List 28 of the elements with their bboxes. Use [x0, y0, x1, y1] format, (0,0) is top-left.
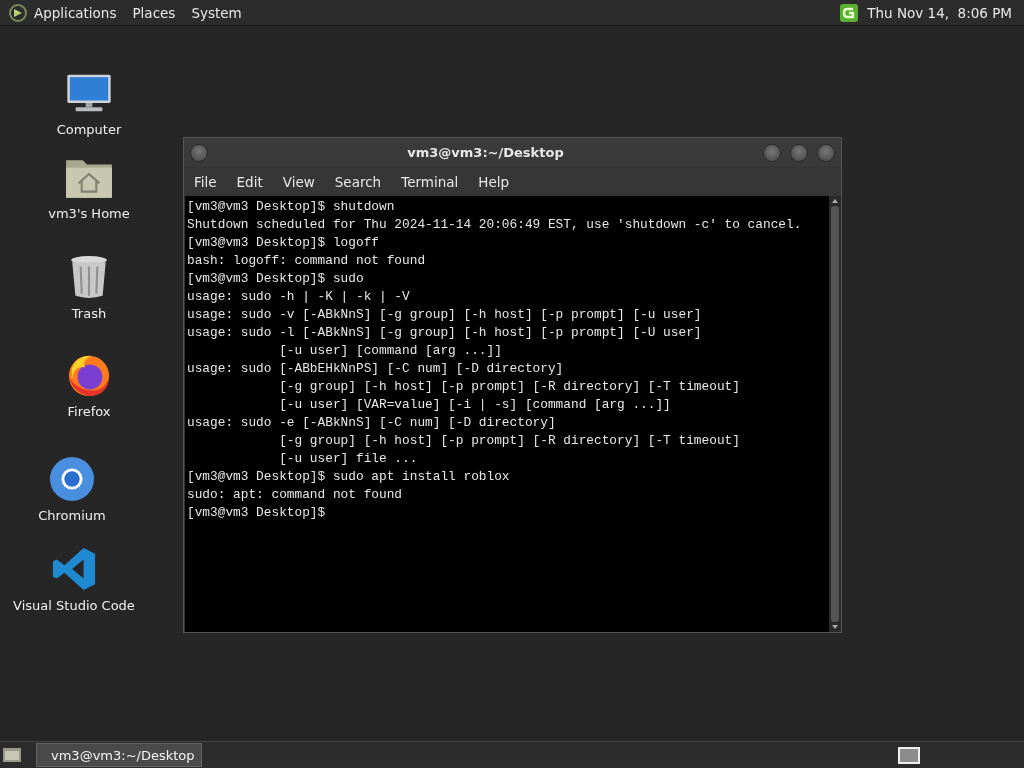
menu-item[interactable]: Terminal — [391, 173, 469, 190]
menu-item[interactable]: Search — [324, 173, 392, 190]
update-icon[interactable] — [839, 2, 860, 23]
close-button[interactable] — [817, 143, 835, 162]
panel-menu[interactable]: Applications — [32, 4, 119, 21]
scrollbar[interactable] — [829, 196, 841, 632]
window-menu-button[interactable] — [190, 143, 208, 162]
menu-item[interactable]: Edit — [226, 173, 273, 190]
window-title: vm3@vm3:~/Desktop — [406, 145, 565, 160]
menu-item[interactable]: Help — [468, 173, 520, 190]
desktop-icon-label[interactable]: Visual Studio Code — [13, 598, 135, 613]
maximize-button[interactable] — [790, 143, 808, 162]
desktop-icon-label[interactable]: Firefox — [67, 404, 111, 419]
clock[interactable]: Thu Nov 14, 8:06 PM — [867, 4, 1012, 21]
workspace-switcher[interactable] — [898, 746, 920, 764]
panel-menu[interactable]: Places — [130, 4, 178, 21]
menu-item[interactable]: View — [272, 173, 325, 190]
desktop-icon-label[interactable]: Trash — [71, 306, 107, 321]
menu-item[interactable]: File — [184, 173, 227, 190]
panel-menu[interactable]: System — [189, 4, 244, 21]
taskbar-button[interactable]: vm3@vm3:~/Desktop — [36, 743, 202, 767]
browser-globe-icon[interactable] — [47, 456, 97, 502]
distro-logo-icon[interactable] — [8, 2, 28, 23]
show-desktop-icon[interactable] — [2, 746, 22, 764]
desktop-icon-label[interactable]: Chromium — [38, 508, 106, 523]
minimize-button[interactable] — [763, 143, 781, 162]
desktop-icon-label[interactable]: vm3's Home — [48, 206, 130, 221]
desktop-icon-label[interactable]: Computer — [56, 122, 122, 137]
